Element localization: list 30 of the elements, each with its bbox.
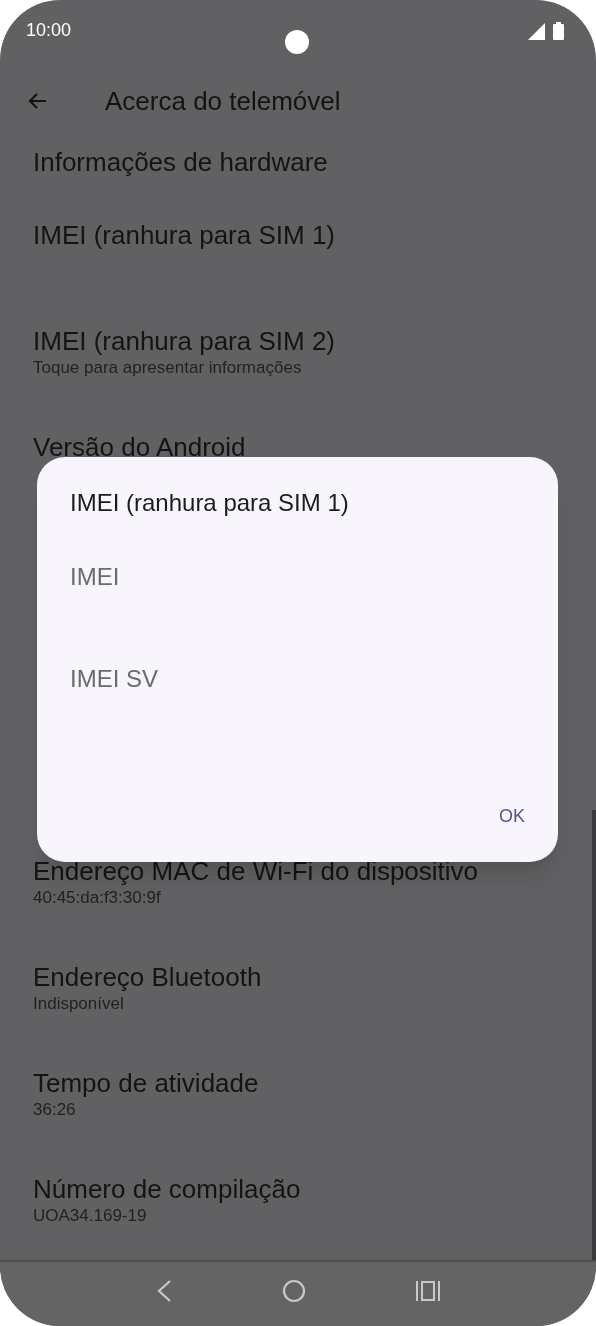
- settings-item[interactable]: Endereço Bluetooth Indisponível: [0, 926, 596, 1032]
- section-header: Informações de hardware: [33, 145, 328, 179]
- battery-icon: [553, 22, 564, 40]
- item-subtitle: 36:26: [33, 1099, 76, 1121]
- item-title: Versão do Android: [33, 432, 246, 462]
- dialog-item-label: IMEI SV: [70, 664, 159, 694]
- item-subtitle: Toque para apresentar informações: [33, 357, 302, 379]
- dialog-item-label: IMEI: [70, 562, 120, 592]
- recent-apps-icon[interactable]: [416, 1281, 440, 1301]
- dialog-title: IMEI (ranhura para SIM 1): [70, 488, 349, 518]
- item-title: IMEI (ranhura para SIM 2): [33, 326, 335, 356]
- item-subtitle: 40:45:da:f3:30:9f: [33, 887, 161, 909]
- signal-icon: [528, 22, 545, 40]
- settings-item[interactable]: Tempo de atividade 36:26: [0, 1032, 596, 1138]
- item-title: Endereço MAC de Wi-Fi do dispositivo: [33, 856, 479, 886]
- item-title: Tempo de atividade: [33, 1068, 259, 1098]
- ok-button[interactable]: OK: [491, 799, 533, 834]
- back-icon[interactable]: [156, 1280, 172, 1302]
- item-title: Número de compilação: [33, 1174, 301, 1204]
- settings-item[interactable]: Número de compilação UOA34.169-19: [0, 1138, 596, 1244]
- item-title: Endereço Bluetooth: [33, 962, 262, 992]
- item-subtitle: Indisponível: [33, 993, 124, 1015]
- settings-item[interactable]: IMEI (ranhura para SIM 1): [0, 184, 596, 290]
- status-time: 10:00: [26, 18, 72, 42]
- item-title: IMEI (ranhura para SIM 1): [33, 220, 335, 250]
- settings-item[interactable]: IMEI (ranhura para SIM 2) Toque para apresentar informações: [0, 290, 596, 396]
- home-icon[interactable]: [282, 1279, 306, 1303]
- camera-cutout: [285, 30, 309, 54]
- item-subtitle: UOA34.169-19: [33, 1205, 147, 1227]
- screen-title: Acerca do telemóvel: [105, 84, 341, 118]
